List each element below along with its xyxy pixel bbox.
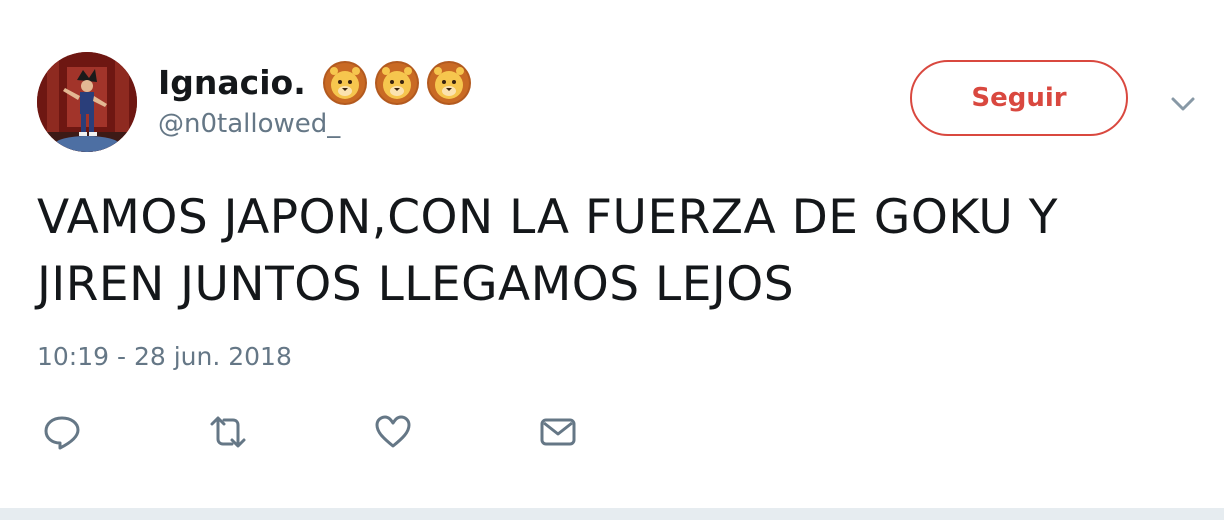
follow-button[interactable]: Seguir bbox=[910, 60, 1128, 136]
tweet-divider bbox=[0, 508, 1224, 520]
display-name-row[interactable]: Ignacio. bbox=[158, 58, 474, 106]
lion-face-icon bbox=[322, 61, 367, 105]
chevron-down-icon[interactable] bbox=[1168, 92, 1198, 116]
user-handle[interactable]: @n0tallowed_ bbox=[158, 109, 340, 139]
lion-face-icon bbox=[426, 61, 471, 105]
direct-message-icon[interactable] bbox=[538, 414, 578, 450]
avatar[interactable] bbox=[37, 52, 137, 152]
tweet-card: Ignacio. @n0tallowed_ Seguir VAMOS JAPON… bbox=[0, 0, 1224, 510]
tweet-text: VAMOS JAPON,CON LA FUERZA DE GOKU Y JIRE… bbox=[37, 190, 1058, 312]
reply-icon[interactable] bbox=[42, 414, 82, 450]
retweet-icon[interactable] bbox=[206, 414, 250, 450]
name-emojis bbox=[320, 58, 474, 106]
lion-face-icon bbox=[374, 61, 419, 105]
display-name[interactable]: Ignacio. bbox=[158, 63, 306, 102]
like-icon[interactable] bbox=[373, 414, 413, 450]
tweet-timestamp[interactable]: 10:19 - 28 jun. 2018 bbox=[37, 342, 292, 371]
